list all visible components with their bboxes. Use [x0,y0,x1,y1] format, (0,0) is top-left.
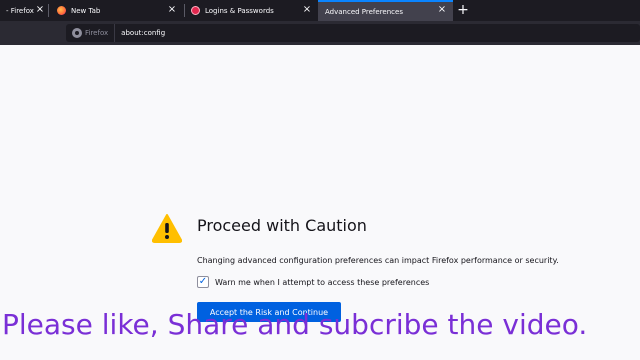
firefox-icon [57,6,66,15]
url-text[interactable]: about:config [115,29,165,37]
close-icon[interactable]: × [35,5,45,15]
tab-firefox[interactable]: - Firefox × [0,0,47,21]
tab-label: Advanced Preferences [325,7,403,16]
url-bar[interactable]: Firefox about:config [66,24,640,42]
warn-checkbox-row[interactable]: ✓ Warn me when I attempt to access these… [197,276,429,288]
new-tab-button[interactable]: + [455,2,471,18]
warning-icon [152,214,182,243]
close-icon[interactable]: × [167,5,177,15]
identity-box[interactable]: Firefox [66,24,116,42]
warn-checkbox[interactable]: ✓ [197,276,209,288]
tab-label: - Firefox [6,6,34,15]
firefox-icon [72,28,82,38]
close-icon[interactable]: × [302,5,312,15]
close-icon[interactable]: × [437,5,447,15]
lockwise-icon [191,6,200,15]
caption-overlay: Please like, Share and subcribe the vide… [2,308,587,341]
tab-logins-passwords[interactable]: Logins & Passwords × [185,0,318,21]
identity-label: Firefox [85,29,109,37]
tab-label: New Tab [71,6,101,15]
tab-new-tab[interactable]: New Tab × [49,0,183,21]
page-title: Proceed with Caution [197,216,367,235]
warning-description: Changing advanced configuration preferen… [197,256,559,265]
tab-label: Logins & Passwords [205,6,274,15]
overlay-caption: Please like, Share and subcribe the vide… [2,308,587,341]
tab-advanced-preferences[interactable]: Advanced Preferences × [318,0,453,21]
warn-checkbox-label[interactable]: Warn me when I attempt to access these p… [215,278,429,287]
tab-strip: - Firefox × New Tab × Logins & Passwords… [0,0,640,21]
